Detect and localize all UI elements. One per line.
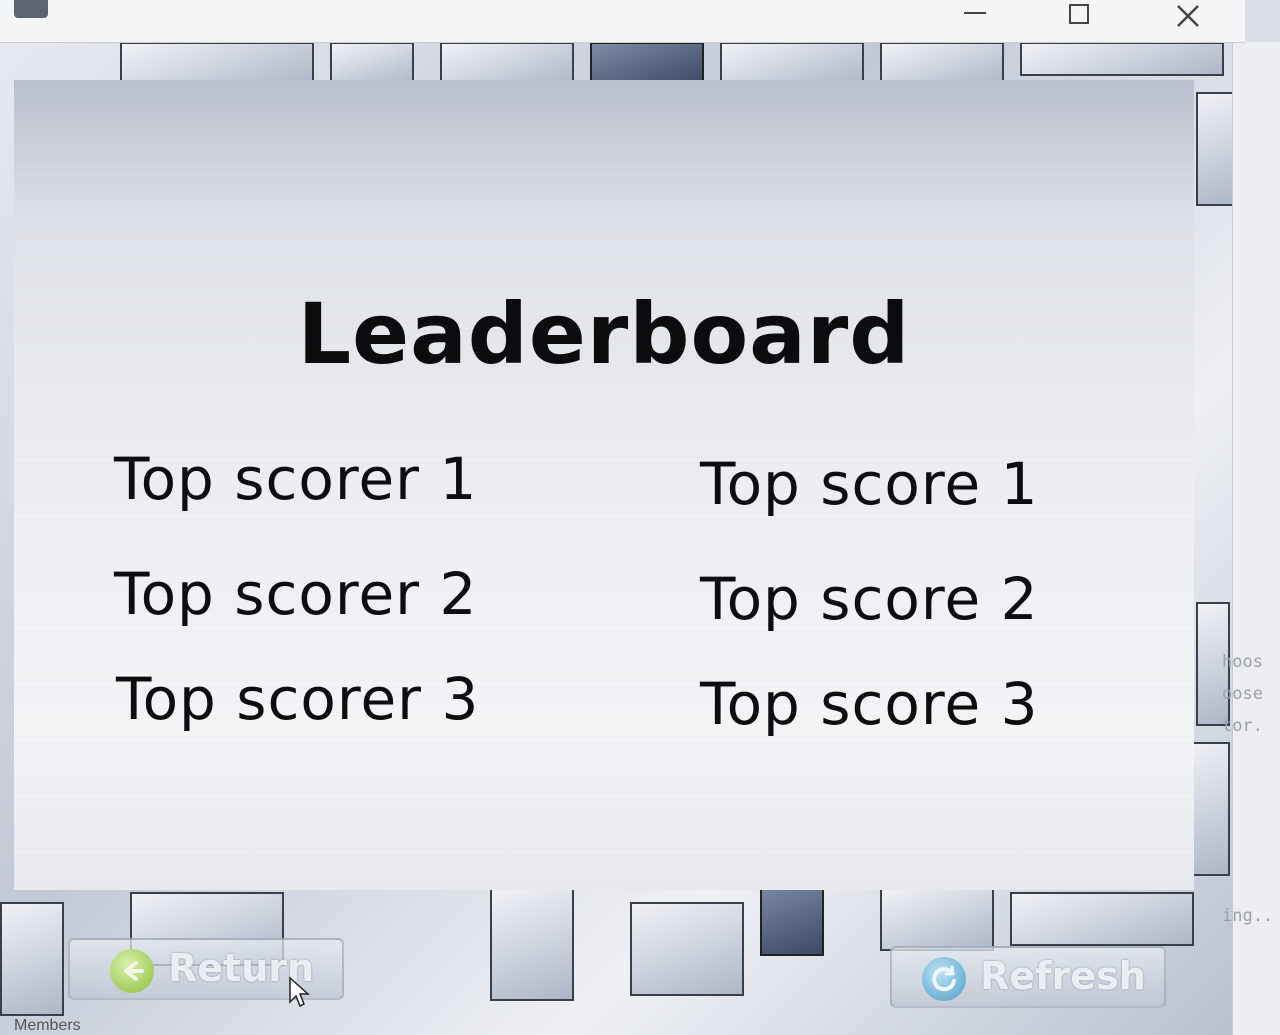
mouse-cursor-icon: [289, 976, 310, 1008]
top-scorer-1-label: Top scorer 1: [114, 445, 478, 513]
back-arrow-icon: [110, 949, 154, 993]
top-score-3-label: Top score 3: [700, 670, 1039, 738]
maximize-button[interactable]: [1045, 0, 1115, 34]
top-score-2-label: Top score 2: [700, 565, 1039, 633]
background-block: [1010, 892, 1194, 946]
background-block: [1020, 42, 1224, 76]
background-block: [490, 887, 574, 1001]
background-block: [0, 902, 64, 1016]
top-scorer-3-label: Top scorer 3: [116, 665, 480, 733]
background-block: [1196, 92, 1236, 206]
close-button[interactable]: [1152, 0, 1222, 34]
close-icon: [1177, 5, 1199, 27]
background-text: hoos: [1222, 652, 1263, 672]
background-footer-text: Members: [14, 1017, 81, 1034]
app-icon: [14, 0, 48, 18]
refresh-button[interactable]: Refresh: [890, 946, 1166, 1008]
background-text: ing..: [1222, 906, 1274, 926]
background-text: oose: [1222, 684, 1263, 704]
minimize-button[interactable]: [940, 0, 1010, 34]
background-text: tor.: [1222, 716, 1263, 736]
background-block: [630, 902, 744, 996]
top-scorer-2-label: Top scorer 2: [114, 560, 478, 628]
top-score-1-label: Top score 1: [700, 450, 1039, 518]
background-window-strip: [1232, 42, 1280, 1035]
refresh-icon: [922, 957, 966, 1001]
refresh-button-label: Refresh: [980, 954, 1146, 998]
leaderboard-panel: Leaderboard Top scorer 1 Top score 1 Top…: [14, 80, 1194, 890]
screen: hoos oose tor. ing.. Leaderboard Top sco…: [0, 0, 1280, 1035]
background-block: [880, 887, 994, 951]
window-title-bar: [0, 0, 1245, 43]
background-block: [760, 882, 824, 956]
leaderboard-title: Leaderboard: [297, 285, 911, 383]
